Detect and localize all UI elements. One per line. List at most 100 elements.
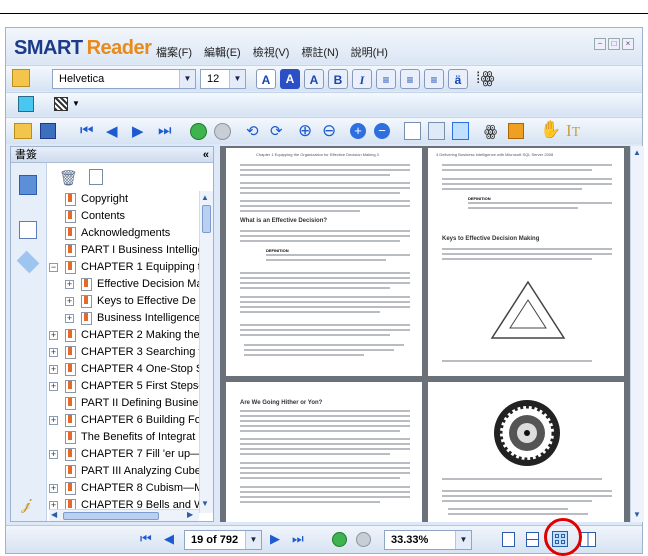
align-left-icon[interactable]: ≡ (376, 69, 396, 89)
go-forward-icon[interactable] (356, 532, 371, 547)
text-color-icon[interactable]: A (256, 69, 276, 89)
scroll-right-icon[interactable]: ▶ (187, 510, 193, 519)
find-text-icon[interactable]: ⁞ꙮ (476, 68, 495, 88)
document-viewer[interactable]: Chapter 1 Equipping the Organization for… (220, 146, 644, 522)
expand-toggle[interactable]: + (65, 297, 74, 306)
facing-view-icon[interactable] (580, 532, 596, 547)
bold-button[interactable]: B (328, 69, 348, 89)
next-page-icon[interactable]: ▶ (270, 531, 280, 547)
maximize-icon[interactable]: □ (608, 38, 620, 50)
scroll-down-icon[interactable]: ▼ (633, 510, 641, 519)
bookmark-hscrollbar[interactable]: ◀ ▶ (49, 509, 199, 521)
page-heading: Are We Going Hither or Yon? (240, 400, 323, 406)
fit-width-icon[interactable] (452, 122, 469, 140)
layers-tab-icon[interactable] (16, 250, 40, 274)
rotate-left-icon[interactable]: ⟲ (246, 122, 259, 140)
minimize-icon[interactable]: − (594, 38, 606, 50)
go-forward-icon[interactable] (214, 123, 231, 140)
bookmarks-panel: 書簽 « 𝒿 🗑 Copyright Contents Acknowledgme… (10, 146, 214, 522)
menu-help[interactable]: 說明(H) (351, 44, 388, 60)
font-settings-icon[interactable]: ä (448, 69, 468, 89)
menu-edit[interactable]: 編輯(E) (204, 44, 241, 60)
align-center-icon[interactable]: ≡ (400, 69, 420, 89)
previous-page-icon[interactable]: ◀ (164, 531, 174, 547)
page-number-field[interactable]: 19 of 792 ▼ (184, 530, 262, 550)
app-window: SMART Reader 檔案(F) 編輯(E) 檢視(V) 標註(N) 說明(H… (5, 27, 644, 556)
new-bookmark-icon[interactable] (89, 169, 103, 185)
chevron-down-icon[interactable]: ▼ (179, 70, 195, 88)
scroll-left-icon[interactable]: ◀ (51, 510, 57, 519)
chevron-down-icon[interactable]: ▼ (455, 531, 471, 549)
pattern-icon[interactable] (54, 97, 68, 111)
close-icon[interactable]: × (622, 38, 634, 50)
menu-view[interactable]: 檢視(V) (253, 44, 290, 60)
collapse-panel-icon[interactable]: « (203, 147, 209, 163)
last-page-icon[interactable]: ⏭ (292, 531, 304, 547)
next-page-icon[interactable]: ▶ (132, 122, 144, 140)
page-thumbnail[interactable] (428, 382, 624, 522)
dartboard-figure (494, 400, 560, 466)
open-folder-icon[interactable] (12, 69, 30, 87)
expand-toggle[interactable]: + (65, 280, 74, 289)
collapse-toggle[interactable]: − (49, 263, 58, 272)
last-page-icon[interactable]: ⏭ (158, 122, 172, 139)
plus-icon[interactable]: + (350, 123, 366, 139)
scroll-up-icon[interactable]: ▲ (201, 193, 209, 202)
page-thumbnail[interactable]: 4 Delivering Business Intelligence with … (428, 148, 624, 376)
first-page-icon[interactable]: ⏮ (140, 531, 152, 547)
italic-button[interactable]: I (352, 69, 372, 89)
font-select[interactable]: Helvetica ▼ (52, 69, 196, 89)
scroll-thumb[interactable] (202, 205, 211, 233)
delete-bookmark-icon[interactable]: 🗑 (59, 169, 78, 187)
attachment-tab-icon[interactable]: 𝒿 (21, 493, 31, 514)
expand-toggle[interactable]: + (49, 348, 58, 357)
first-page-icon[interactable]: ⏮ (80, 122, 94, 139)
viewer-scrollbar[interactable]: ▲ ▼ (630, 146, 644, 522)
zoom-in-icon[interactable]: ⊕ (298, 121, 312, 141)
actual-size-icon[interactable] (404, 122, 421, 140)
expand-toggle[interactable]: + (49, 382, 58, 391)
text-select-icon[interactable]: IT (566, 121, 580, 141)
go-back-icon[interactable] (190, 123, 207, 140)
rotate-right-icon[interactable]: ⟳ (270, 122, 283, 140)
go-back-icon[interactable] (332, 532, 347, 547)
expand-toggle[interactable]: + (49, 416, 58, 425)
zoom-out-icon[interactable]: ⊖ (322, 121, 336, 141)
expand-toggle[interactable]: + (49, 331, 58, 340)
expand-toggle[interactable]: + (49, 484, 58, 493)
save-icon[interactable] (40, 123, 56, 139)
previous-page-icon[interactable]: ◀ (106, 122, 118, 140)
select-tool-icon[interactable] (18, 96, 34, 112)
fit-page-icon[interactable] (428, 122, 445, 140)
continuous-view-icon[interactable] (526, 532, 539, 547)
menu-file[interactable]: 檔案(F) (156, 44, 192, 60)
panel-side-strip: 𝒿 (11, 163, 47, 521)
open-folder-icon[interactable] (14, 123, 32, 139)
chevron-down-icon[interactable]: ▼ (245, 531, 261, 549)
expand-toggle[interactable]: + (65, 314, 74, 323)
page-thumbnail[interactable]: Chapter 1 Equipping the Organization for… (226, 148, 422, 376)
page-heading: Keys to Effective Decision Making (442, 236, 540, 242)
text-box-icon[interactable]: A (304, 69, 324, 89)
font-size-select[interactable]: 12 ▼ (200, 69, 246, 89)
scroll-up-icon[interactable]: ▲ (633, 148, 641, 157)
single-page-view-icon[interactable] (502, 532, 515, 547)
bookmark-icon[interactable] (508, 123, 524, 139)
zoom-field[interactable]: 33.33% ▼ (384, 530, 472, 550)
expand-toggle[interactable]: + (49, 365, 58, 374)
chevron-down-icon[interactable]: ▼ (72, 99, 80, 108)
find-icon[interactable]: ꙮ (484, 122, 497, 140)
menu-annotate[interactable]: 標註(N) (301, 44, 338, 60)
hand-tool-icon[interactable]: ✋ (540, 120, 561, 140)
page-thumbnail[interactable]: Are We Going Hither or Yon? (226, 382, 422, 522)
align-right-icon[interactable]: ≡ (424, 69, 444, 89)
expand-toggle[interactable]: + (49, 450, 58, 459)
scroll-down-icon[interactable]: ▼ (201, 499, 209, 508)
minus-icon[interactable]: − (374, 123, 390, 139)
scroll-thumb[interactable] (63, 512, 159, 520)
thumbnails-tab-icon[interactable] (19, 221, 37, 239)
chevron-down-icon[interactable]: ▼ (229, 70, 245, 88)
bookmark-scrollbar[interactable]: ▲ ▼ (199, 191, 213, 513)
bookmarks-tab-icon[interactable] (19, 175, 37, 195)
text-highlight-icon[interactable]: A (280, 69, 300, 89)
